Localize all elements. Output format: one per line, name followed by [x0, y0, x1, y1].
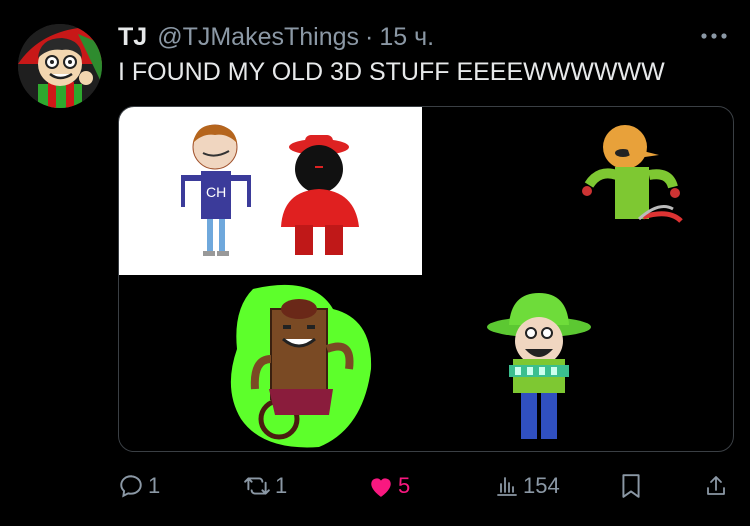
display-name[interactable]: TJ	[118, 23, 147, 52]
bookmark-icon	[622, 474, 640, 498]
retweet-button[interactable]: 1	[243, 466, 287, 506]
media-image-4[interactable]	[483, 289, 595, 449]
share-button[interactable]	[704, 466, 728, 506]
heart-icon	[371, 478, 391, 497]
retweet-icon	[244, 477, 270, 495]
tweet-header: TJ @TJMakesThings · 15 ч.	[118, 20, 434, 54]
bookmark-button[interactable]	[620, 466, 642, 506]
media-image-3[interactable]	[223, 279, 379, 451]
separator-dot: ·	[365, 22, 374, 51]
retweet-count: 1	[275, 473, 288, 498]
reply-icon	[120, 475, 142, 498]
timestamp[interactable]: 15 ч.	[379, 23, 434, 52]
like-count: 5	[398, 473, 411, 498]
views-button[interactable]: 154	[495, 466, 560, 506]
like-button[interactable]: 5	[368, 466, 410, 506]
avatar[interactable]	[18, 24, 102, 108]
media-image-2[interactable]	[569, 121, 699, 241]
reply-button[interactable]: 1	[118, 466, 160, 506]
views-count: 154	[523, 473, 560, 498]
media-image-1[interactable]: CH	[119, 107, 422, 275]
media-grid[interactable]: CH	[118, 106, 734, 452]
tweet-text: I FOUND MY OLD 3D STUFF EEEEWWWWWW	[118, 58, 665, 86]
tweet-actions: 1 1 5 154	[0, 466, 750, 506]
reply-count: 1	[148, 473, 161, 498]
avatar-image	[18, 24, 102, 108]
svg-text:CH: CH	[206, 184, 226, 200]
more-options-button[interactable]	[698, 22, 730, 50]
views-icon	[497, 477, 517, 496]
character-sketch-image: CH	[181, 124, 359, 256]
user-handle[interactable]: @TJMakesThings	[157, 23, 359, 52]
share-icon	[707, 476, 725, 495]
more-horizontal-icon	[701, 33, 727, 39]
